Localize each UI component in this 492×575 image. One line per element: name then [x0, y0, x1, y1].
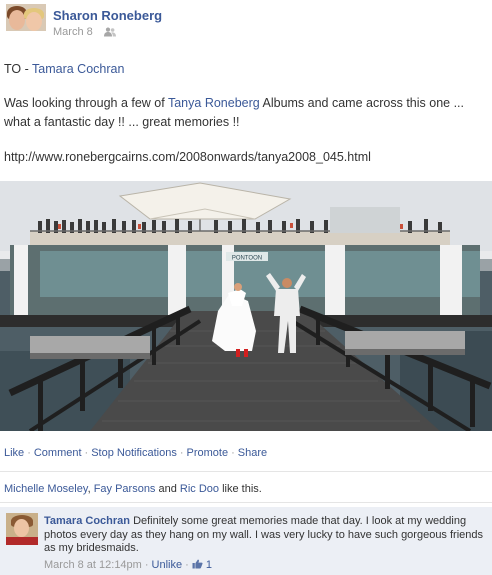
liker-link[interactable]: Michelle Moseley [4, 483, 88, 495]
separator: · [84, 447, 89, 459]
post-recipient-line: TO - Tamara Cochran [4, 62, 124, 76]
separator: · [27, 447, 31, 459]
and-text: and [155, 483, 180, 495]
unlike-link[interactable]: Unlike [152, 559, 183, 571]
liker-link[interactable]: Ric Doo [180, 483, 219, 495]
comment-body: Tamara Cochran Definitely some great mem… [44, 515, 489, 556]
commenter-avatar[interactable] [6, 513, 38, 545]
separator: · [185, 559, 189, 571]
to-prefix: TO - [4, 62, 33, 76]
like-suffix-text: like this. [219, 483, 262, 495]
stop-notifications-link[interactable]: Stop Notifications [91, 447, 177, 459]
share-link[interactable]: Share [238, 447, 267, 459]
post-message-line-2: what a fantastic day !! ... great memori… [4, 115, 240, 129]
message-text-1: Was looking through a few of [4, 96, 168, 110]
post-actions-bar: Like · Comment · Stop Notifications · Promote ·… [4, 447, 267, 459]
divider [0, 471, 492, 472]
comment-like-count[interactable]: 1 [192, 559, 212, 571]
post-header: Sharon Roneberg March 8 [6, 4, 486, 44]
post-timestamp[interactable]: March 8 [53, 26, 93, 38]
audience-friends-icon[interactable] [104, 27, 116, 37]
wedding-photo[interactable]: PONTOON [0, 181, 492, 431]
likes-summary: Michelle Moseley, Fay Parsons and Ric Do… [4, 483, 262, 495]
separator: · [144, 559, 149, 571]
comment-meta: March 8 at 12:14pm · Unlike · 1 [44, 559, 212, 571]
liker-link[interactable]: Fay Parsons [94, 483, 156, 495]
comment-item: Tamara Cochran Definitely some great mem… [0, 507, 492, 575]
commenter-name-link[interactable]: Tamara Cochran [44, 515, 130, 527]
thumbs-up-icon [192, 559, 203, 569]
author-name-link[interactable]: Sharon Roneberg [53, 8, 162, 23]
recipient-link[interactable]: Tamara Cochran [32, 62, 124, 76]
message-text-2: Albums and came across this one ... [259, 96, 465, 110]
pontoon-sign: PONTOON [232, 256, 262, 262]
comment-timestamp[interactable]: March 8 at 12:14pm [44, 559, 142, 571]
like-count: 1 [205, 559, 212, 571]
divider [0, 502, 492, 503]
shared-url-link[interactable]: http://www.ronebergcairns.com/2008onward… [4, 150, 371, 164]
author-avatar[interactable] [6, 4, 46, 44]
tagged-person-link[interactable]: Tanya Roneberg [168, 96, 260, 110]
separator: · [231, 447, 235, 459]
post-message-line-1: Was looking through a few of Tanya Roneb… [4, 96, 464, 110]
separator: · [179, 447, 184, 459]
promote-link[interactable]: Promote [187, 447, 229, 459]
like-link[interactable]: Like [4, 447, 24, 459]
comment-link[interactable]: Comment [34, 447, 82, 459]
